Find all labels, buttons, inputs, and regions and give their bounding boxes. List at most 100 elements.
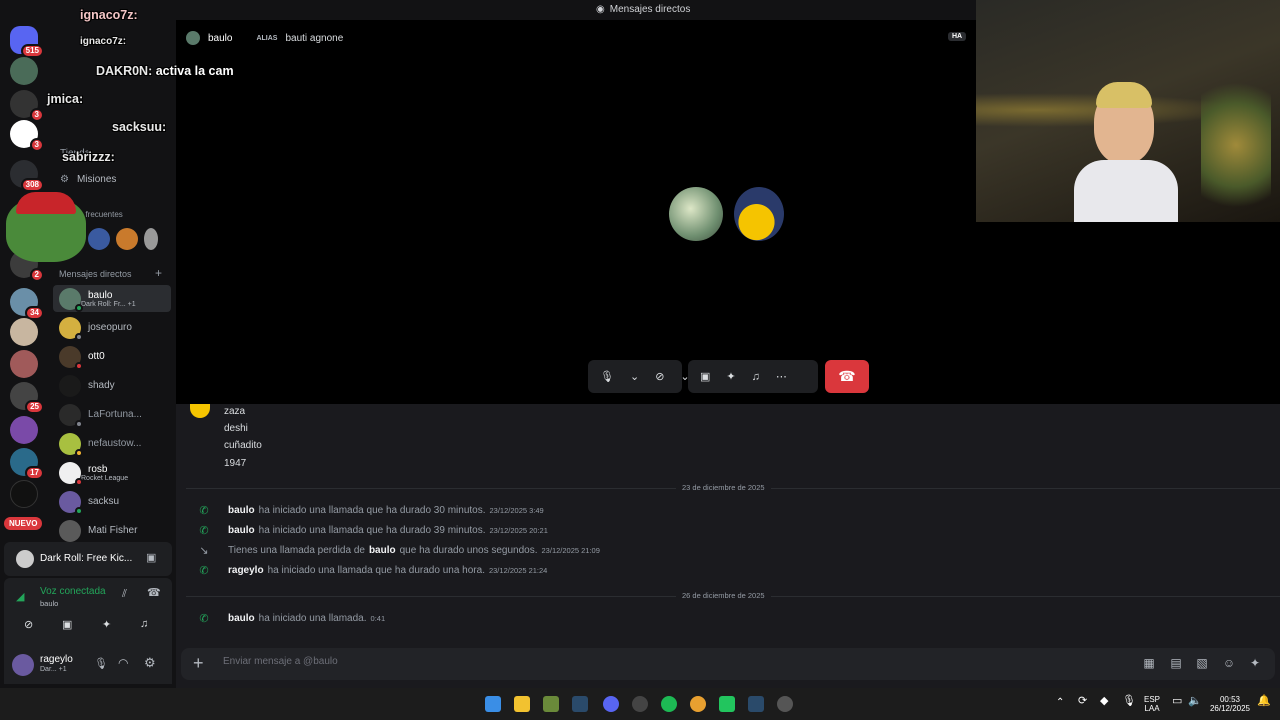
app-icon[interactable]	[777, 696, 793, 712]
phone-icon: ✆	[199, 505, 209, 517]
app-icon[interactable]	[543, 696, 559, 712]
spotify-icon[interactable]	[661, 696, 677, 712]
sync-icon[interactable]: ⟳	[1078, 696, 1087, 707]
phone-icon: ✆	[199, 565, 209, 577]
dm-item-baulo[interactable]: baulo Dark Roll: Fr... +1	[53, 285, 171, 312]
gift-icon[interactable]: ▦	[1141, 656, 1157, 672]
voice-channel[interactable]: baulo	[40, 599, 58, 608]
alias-value: bauti agnone	[285, 32, 344, 44]
camera-off-icon[interactable]: ⊘	[24, 618, 33, 631]
add-attachment-icon[interactable]: +	[193, 653, 204, 674]
webcam-overlay	[976, 0, 1280, 222]
emoji-icon[interactable]: ☺	[1221, 656, 1237, 672]
dm-item[interactable]: rosb Rocket League	[53, 459, 171, 486]
volume-icon[interactable]: 🔈	[1188, 696, 1202, 707]
server-icon[interactable]: 308	[10, 160, 44, 192]
hang-up-button[interactable]: ☎	[825, 360, 869, 393]
clock[interactable]: 00:53 26/12/2025	[1208, 695, 1252, 713]
user-avatar[interactable]	[12, 654, 34, 676]
voice-status: Voz conectada	[40, 586, 106, 597]
server-icon[interactable]	[10, 350, 38, 378]
avatar[interactable]	[88, 228, 110, 250]
discord-icon[interactable]	[603, 696, 619, 712]
home-button[interactable]: 515	[10, 26, 44, 58]
camera-off-icon[interactable]: ⊘	[655, 370, 664, 383]
message-input[interactable]	[223, 656, 1103, 667]
avatar	[59, 374, 81, 397]
server-icon[interactable]	[10, 480, 38, 508]
headphones-icon[interactable]: ◠	[118, 656, 128, 670]
call-log-item: ✆ baulo ha iniciado una llamada. 0:41	[196, 612, 385, 625]
chevron-down-icon[interactable]: ⌄	[630, 370, 639, 383]
participant-avatar[interactable]	[734, 187, 784, 241]
missed-call-icon: ↘	[199, 545, 209, 557]
server-icon[interactable]: 34	[10, 288, 44, 320]
screen-icon[interactable]: ▣	[146, 551, 156, 564]
mic-control[interactable]: 🎙 ⌄ ⊘ ⌄	[588, 360, 690, 393]
dm-item[interactable]: Mati Fisher	[53, 517, 171, 544]
avatar	[59, 316, 83, 341]
gif-icon[interactable]: ▤	[1168, 656, 1184, 672]
soundboard-icon[interactable]: ♫	[140, 618, 148, 630]
activities-icon[interactable]: ✦	[102, 618, 111, 631]
dm-item[interactable]: joseopuro	[53, 314, 171, 341]
server-icon[interactable]: 3	[10, 90, 44, 122]
kick-icon[interactable]	[719, 696, 735, 712]
dm-item[interactable]: sacksu	[53, 488, 171, 515]
server-icon[interactable]: 17	[10, 448, 44, 480]
language-indicator[interactable]: ESP LAA	[1144, 695, 1160, 713]
participant-avatar[interactable]	[669, 187, 723, 241]
network-icon[interactable]: ▭	[1172, 696, 1182, 707]
settings-icon[interactable]: ⚙	[144, 655, 156, 671]
date-divider: 26 de diciembre de 2025	[186, 591, 1280, 600]
more-icon[interactable]: ⋯	[776, 370, 787, 383]
new-badge: NUEVO	[4, 517, 43, 530]
chevron-up-icon[interactable]: ⌃	[1056, 698, 1064, 708]
alias-label: ALIAS	[256, 34, 278, 42]
streamer-jersey	[1074, 160, 1178, 222]
unread-badge: 2	[29, 268, 44, 282]
activity-panel[interactable]: Dark Roll: Free Kic... ▣	[4, 542, 172, 576]
taskbar: ⌃ ⟳ ◆ 🎙 ESP LAA ▭ 🔈 00:53 26/12/2025 🔔	[0, 688, 1280, 720]
add-dm-icon[interactable]: +	[155, 266, 162, 280]
disconnect-icon[interactable]: ☎	[147, 586, 161, 599]
sticker-icon[interactable]: ▧	[1194, 656, 1210, 672]
app-icon[interactable]	[632, 696, 648, 712]
share-screen-icon[interactable]: ▣	[700, 370, 710, 383]
stream-chat-line: jmica:	[47, 92, 84, 106]
dm-item[interactable]: ott0	[53, 343, 171, 370]
server-icon[interactable]	[10, 416, 38, 444]
stream-chat-line: sabrizzz:	[62, 150, 115, 164]
mic-icon[interactable]: 🎙	[94, 657, 108, 670]
dm-item[interactable]: nefaustow...	[53, 430, 171, 457]
start-icon[interactable]	[485, 696, 501, 712]
chrome-icon[interactable]	[690, 696, 706, 712]
share-screen-icon[interactable]: ▣	[62, 618, 72, 631]
server-icon[interactable]: 25	[10, 382, 44, 414]
activities-icon[interactable]: ✦	[726, 370, 735, 383]
santa-hat	[16, 192, 76, 214]
avatar[interactable]	[116, 228, 138, 250]
message-composer: + ▦ ▤ ▧ ☺ ✦	[181, 648, 1275, 680]
mic-icon[interactable]: 🎙	[600, 370, 614, 383]
file-explorer-icon[interactable]	[514, 696, 530, 712]
call-user-name[interactable]: baulo	[208, 33, 232, 44]
shield-icon[interactable]: ◆	[1100, 696, 1108, 707]
notifications-icon[interactable]: 🔔	[1257, 696, 1271, 707]
steam-icon[interactable]	[748, 696, 764, 712]
unread-badge: 515	[20, 44, 44, 58]
noise-suppression-icon[interactable]: ⫽	[122, 588, 127, 601]
avatar[interactable]	[144, 228, 158, 250]
mic-icon[interactable]: 🎙	[1122, 696, 1136, 707]
missions-link[interactable]: ⚙ Misiones	[60, 174, 116, 185]
dm-item[interactable]: shady	[53, 372, 171, 399]
apps-icon[interactable]: ✦	[1247, 656, 1263, 672]
server-icon[interactable]	[10, 318, 38, 346]
steam-icon[interactable]	[572, 696, 588, 712]
avatar	[59, 403, 83, 428]
soundboard-icon[interactable]: ♫	[752, 371, 760, 383]
server-icon[interactable]	[10, 57, 38, 85]
dm-item[interactable]: LaFortuna...	[53, 401, 171, 428]
server-icon[interactable]: 3	[10, 120, 44, 152]
dm-header: Mensajes directos	[59, 269, 132, 279]
